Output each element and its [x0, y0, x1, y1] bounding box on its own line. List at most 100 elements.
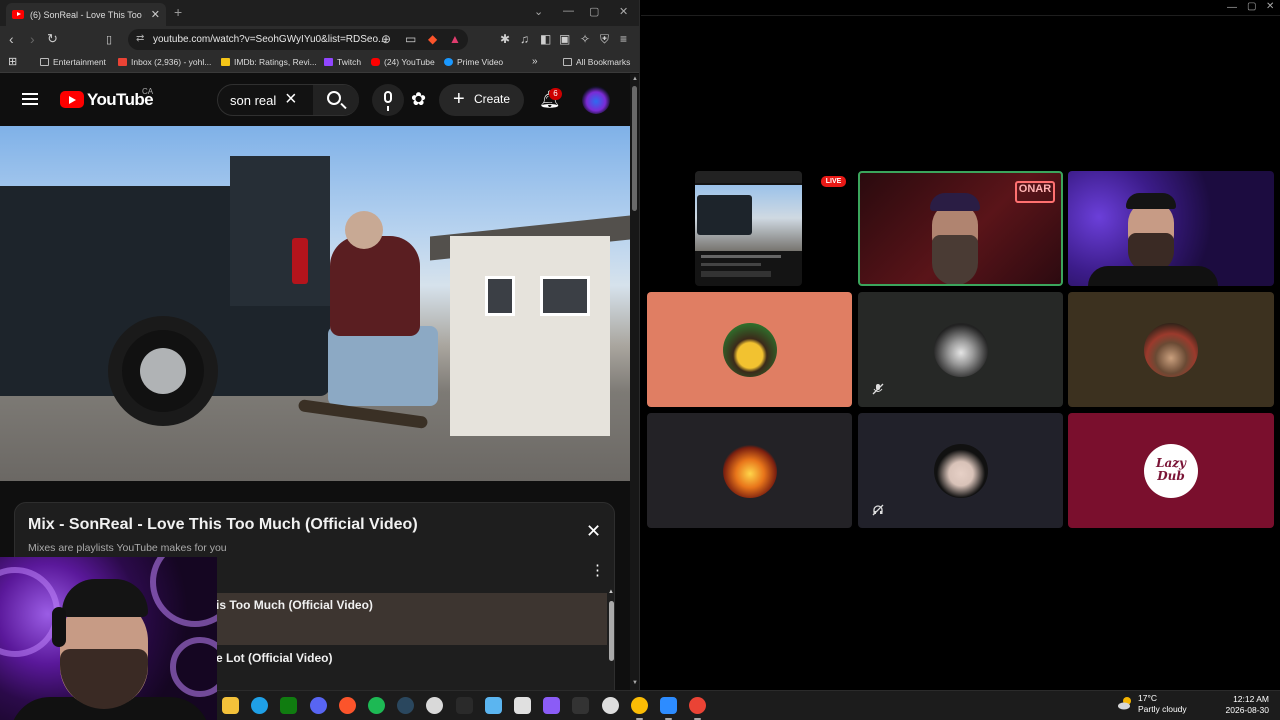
mini-text-line: [701, 271, 771, 277]
tab-search-icon[interactable]: ⌄: [534, 5, 543, 18]
tile-avatar-fire[interactable]: [647, 413, 852, 528]
search-input[interactable]: son real: [230, 93, 276, 108]
close-window-icon[interactable]: ✕: [1266, 1, 1274, 12]
site-settings-icon[interactable]: ⇄: [136, 33, 144, 44]
cast-icon[interactable]: ▭: [405, 32, 416, 46]
tile-webcam-1[interactable]: ONAR: [858, 171, 1063, 286]
brave-icon[interactable]: [338, 697, 356, 714]
maximize-icon[interactable]: ▢: [589, 5, 599, 18]
more-options-icon[interactable]: ⋮: [590, 563, 605, 578]
clear-search-icon[interactable]: ×: [285, 88, 297, 111]
twitch-icon: [324, 58, 333, 66]
address-bar-row: ‹ › ↻ ▯ ⇄ youtube.com/watch?v=SeohGWyIYu…: [0, 26, 639, 53]
bookmarks-bar: ⊞ Entertainment Inbox (2,936) - yohl... …: [0, 53, 639, 73]
bookmark-label: Entertainment: [53, 57, 106, 67]
bookmark-label: Twitch: [337, 57, 362, 67]
tab-close-icon[interactable]: ✕: [151, 8, 160, 21]
tile-webcam-2[interactable]: [1068, 171, 1274, 286]
brave-shields-icon[interactable]: ◆: [428, 32, 437, 46]
bookmark-item[interactable]: Twitch: [324, 57, 361, 67]
steam-icon[interactable]: [397, 697, 415, 714]
close-window-icon[interactable]: ✕: [619, 5, 628, 18]
maximize-icon[interactable]: ▢: [1247, 1, 1256, 12]
chrome-profile-icon[interactable]: [689, 697, 707, 720]
terminal-icon[interactable]: [572, 697, 590, 714]
microphone-icon: [384, 91, 392, 111]
country-code: CA: [142, 87, 154, 96]
xbox-icon[interactable]: [280, 697, 298, 714]
extension-puzzle-icon[interactable]: ✿: [411, 89, 426, 110]
sidebar-icon[interactable]: ◧: [540, 32, 551, 46]
mix-title[interactable]: Mix - SonReal - Love This Too Much (Offi…: [28, 516, 418, 534]
tile-avatar-santa[interactable]: [1068, 292, 1274, 407]
rewards-icon[interactable]: ▲: [449, 32, 461, 46]
clapper-icon[interactable]: [543, 697, 561, 714]
leo-icon[interactable]: ✧: [580, 32, 590, 46]
page-scroll-thumb[interactable]: [632, 86, 637, 211]
bookmarks-overflow-icon[interactable]: »: [532, 56, 538, 67]
chatgpt-icon[interactable]: [514, 697, 531, 714]
tile-screen-share[interactable]: [695, 171, 802, 286]
edge-icon[interactable]: [251, 697, 269, 714]
tile-avatar-woman[interactable]: [858, 413, 1063, 528]
chrome-icon[interactable]: [630, 697, 648, 720]
bookmark-item[interactable]: IMDb: Ratings, Revi...: [221, 57, 317, 67]
mix-scrollbar[interactable]: ▲: [608, 589, 615, 664]
file-explorer-icon[interactable]: [222, 697, 239, 714]
webcam-cap: [62, 579, 148, 617]
youtube-icon: [371, 58, 380, 66]
search-box[interactable]: son real ×: [217, 84, 359, 116]
create-button[interactable]: + Create: [439, 84, 524, 116]
forward-icon[interactable]: ›: [30, 31, 35, 47]
mix-scroll-thumb[interactable]: [609, 601, 614, 661]
all-bookmarks[interactable]: All Bookmarks: [563, 57, 630, 67]
weather-widget[interactable]: 17°C Partly cloudy: [1138, 693, 1187, 715]
new-tab-button[interactable]: +: [174, 4, 182, 20]
bookmark-item[interactable]: Entertainment: [40, 57, 106, 67]
url-field[interactable]: ⇄ youtube.com/watch?v=SeohGWyIYu0&list=R…: [128, 29, 468, 50]
voice-search-button[interactable]: [372, 84, 404, 116]
epic-games-icon[interactable]: [455, 697, 473, 714]
system-clock[interactable]: 12:12 AM 2026-08-30: [1217, 694, 1269, 716]
youtube-logo-icon[interactable]: [60, 91, 84, 108]
scroll-down-icon[interactable]: ▼: [632, 680, 638, 686]
video-player[interactable]: [0, 126, 630, 481]
streamer-webcam: [0, 557, 217, 720]
bookmark-item[interactable]: Inbox (2,936) - yohl...: [118, 57, 211, 67]
mini-browser-header: [695, 171, 802, 183]
window-app-icon[interactable]: [660, 697, 677, 720]
search-button[interactable]: [313, 85, 359, 115]
browser-tab[interactable]: (6) SonReal - Love This Too Much ✕: [6, 3, 166, 26]
account-avatar[interactable]: [582, 86, 610, 114]
discord-icon[interactable]: [309, 697, 327, 714]
folder-icon: [563, 58, 572, 66]
reload-icon[interactable]: ↻: [47, 31, 58, 47]
minimize-icon[interactable]: —: [563, 5, 574, 17]
hamburger-menu-icon[interactable]: [22, 93, 38, 105]
menu-icon[interactable]: ≡: [620, 32, 627, 46]
bookmark-page-icon[interactable]: ▯: [106, 33, 112, 46]
tile-avatar-skull[interactable]: [858, 292, 1063, 407]
settings-icon[interactable]: [601, 697, 619, 714]
bookmark-item[interactable]: (24) YouTube: [371, 57, 435, 67]
minimize-icon[interactable]: —: [1227, 2, 1237, 13]
obs-icon[interactable]: [426, 697, 444, 714]
extensions-icon[interactable]: ✱: [500, 32, 510, 46]
back-icon[interactable]: ‹: [9, 31, 14, 47]
bookmark-item[interactable]: Prime Video: [444, 57, 503, 67]
page-scrollbar[interactable]: ▲ ▼: [630, 74, 639, 690]
tile-lazy-dub[interactable]: Lazy Dub: [1068, 413, 1274, 528]
notepad-icon[interactable]: [484, 697, 502, 714]
zoom-icon[interactable]: ⊕: [381, 32, 391, 46]
tile-avatar-bee[interactable]: [647, 292, 852, 407]
scroll-up-icon[interactable]: ▲: [632, 76, 638, 82]
wallet-icon[interactable]: ▣: [559, 32, 570, 46]
spotify-icon[interactable]: [368, 697, 385, 714]
scroll-up-icon[interactable]: ▲: [608, 589, 614, 595]
media-icon[interactable]: ♫: [520, 32, 529, 46]
video-scene-person: [330, 236, 420, 336]
close-mix-icon[interactable]: ✕: [586, 521, 601, 542]
lazy-dub-logo: Lazy Dub: [1144, 443, 1198, 498]
vpn-icon[interactable]: ⛨: [600, 32, 609, 47]
apps-grid-icon[interactable]: ⊞: [8, 55, 17, 68]
